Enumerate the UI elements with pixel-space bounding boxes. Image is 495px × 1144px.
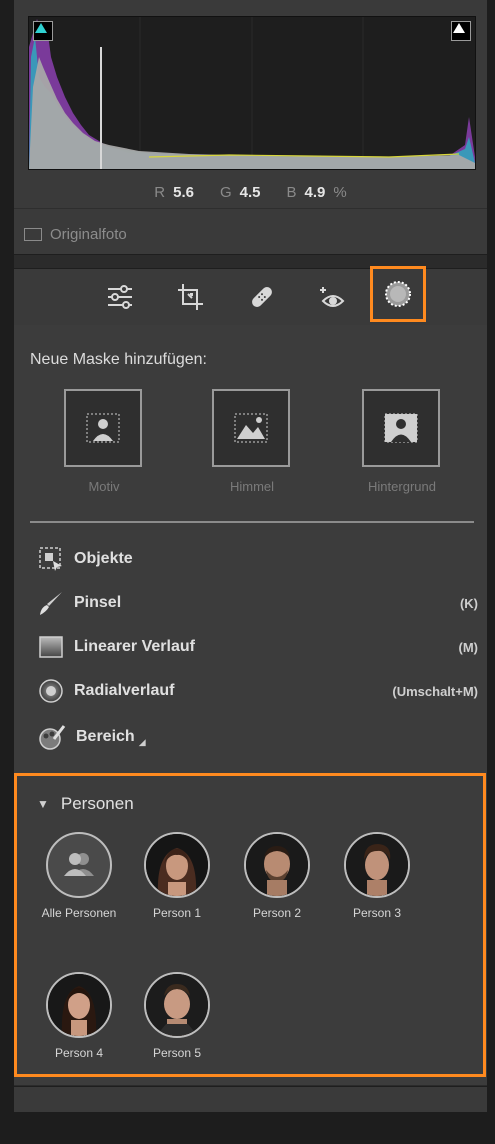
persons-header[interactable]: ▼ Personen	[37, 794, 134, 814]
r-label: R	[154, 183, 166, 201]
person-2-button[interactable]: Person 2	[231, 832, 323, 932]
left-frame	[0, 0, 14, 1144]
radial-gradient-shortcut: (Umschalt+M)	[392, 683, 478, 699]
brush-icon	[40, 592, 62, 615]
crop-tool-button[interactable]	[170, 279, 210, 315]
rgb-readout: R 5.6 G 4.5 B 4.9 %	[14, 182, 487, 202]
mask-sky-label: Himmel	[229, 479, 275, 494]
person-4-avatar	[46, 972, 112, 1038]
original-photo-label: Originalfoto	[50, 226, 127, 243]
mask-background-button[interactable]	[362, 389, 440, 467]
mask-background-label: Hintergrund	[368, 479, 436, 494]
objects-icon	[39, 547, 62, 571]
persons-section: ▼ Personen Alle Personen Person 1 Person…	[14, 773, 486, 1077]
all-people-icon	[64, 853, 94, 876]
mask-subject-label: Motiv	[88, 479, 120, 494]
g-label: G	[219, 183, 232, 201]
linear-gradient-icon	[39, 636, 63, 658]
b-value: 4.9	[304, 183, 326, 201]
panel-footer	[14, 1086, 487, 1113]
mask-sky-button[interactable]	[212, 389, 290, 467]
person-2-avatar	[244, 832, 310, 898]
all-persons-label: Alle Personen	[41, 906, 117, 920]
person-2-label: Person 2	[252, 906, 302, 920]
range-label: Bereich	[76, 728, 135, 745]
red-eye-icon	[320, 287, 345, 307]
persons-title: Personen	[60, 794, 134, 813]
radial-gradient-tool[interactable]: Radialverlauf (Umschalt+M)	[38, 677, 478, 705]
person-face-icon	[146, 974, 208, 1036]
person-1-button[interactable]: Person 1	[131, 832, 223, 932]
person-1-label: Person 1	[152, 906, 202, 920]
person-5-button[interactable]: Person 5	[131, 972, 223, 1072]
background-icon	[384, 413, 418, 443]
radial-gradient-icon	[39, 679, 63, 703]
brush-tool[interactable]: Pinsel (K)	[38, 589, 478, 617]
objects-label: Objekte	[74, 550, 133, 567]
range-tool[interactable]: Bereich ◢	[38, 723, 478, 751]
b-label: B	[286, 183, 297, 201]
shadow-clipping-button[interactable]	[33, 21, 53, 41]
radial-gradient-label: Radialverlauf	[74, 682, 175, 699]
healing-bandage-icon	[252, 287, 272, 307]
subject-icon	[86, 413, 120, 443]
person-face-icon	[346, 834, 408, 896]
tool-strip	[14, 266, 487, 326]
masks-separator	[30, 521, 474, 523]
person-3-button[interactable]: Person 3	[331, 832, 423, 932]
red-eye-tool-button[interactable]	[312, 279, 352, 315]
all-people-avatar	[46, 832, 112, 898]
highlight-clipping-triangle-icon	[453, 23, 465, 33]
histogram-divider	[14, 208, 487, 209]
original-photo-toggle[interactable]: Originalfoto	[24, 226, 127, 243]
person-5-label: Person 5	[152, 1046, 202, 1060]
edit-sliders-icon	[108, 285, 132, 309]
mask-subject-button[interactable]	[64, 389, 142, 467]
sky-icon	[234, 413, 268, 443]
range-icon	[39, 725, 66, 750]
person-3-avatar	[344, 832, 410, 898]
histogram-graph	[29, 17, 475, 169]
person-1-avatar	[144, 832, 210, 898]
collapse-triangle-icon[interactable]: ▼	[37, 797, 49, 811]
linear-gradient-tool[interactable]: Linearer Verlauf (M)	[38, 633, 478, 661]
masking-tool-button[interactable]	[370, 266, 426, 322]
brush-label: Pinsel	[74, 594, 122, 611]
person-face-icon	[246, 834, 308, 896]
g-value: 4.5	[239, 183, 261, 201]
edit-tool-button[interactable]	[100, 279, 140, 315]
histogram-panel: R 5.6 G 4.5 B 4.9 % Originalfoto	[14, 0, 487, 255]
shadow-clipping-triangle-icon	[35, 23, 47, 33]
original-photo-checkbox[interactable]	[24, 228, 42, 241]
linear-gradient-label: Linearer Verlauf	[74, 638, 195, 655]
all-persons-button[interactable]: Alle Personen	[33, 832, 125, 932]
histogram[interactable]	[28, 16, 476, 170]
r-value: 5.6	[173, 183, 194, 201]
person-5-avatar	[144, 972, 210, 1038]
right-frame	[487, 0, 495, 1144]
crop-icon	[178, 284, 203, 310]
person-4-label: Person 4	[54, 1046, 104, 1060]
highlight-clipping-button[interactable]	[451, 21, 471, 41]
person-3-label: Person 3	[352, 906, 402, 920]
person-face-icon	[146, 834, 208, 896]
person-face-icon	[48, 974, 110, 1036]
percent-label: %	[333, 183, 347, 201]
person-4-button[interactable]: Person 4	[33, 972, 125, 1072]
linear-gradient-shortcut: (M)	[458, 639, 479, 655]
brush-shortcut: (K)	[459, 595, 478, 611]
range-dropdown-icon[interactable]: ◢	[139, 737, 146, 748]
masking-icon	[385, 281, 411, 307]
objects-tool[interactable]: Objekte	[38, 545, 478, 573]
healing-tool-button[interactable]	[242, 279, 282, 315]
bottom-bar	[0, 1112, 495, 1144]
add-mask-title: Neue Maske hinzufügen:	[30, 351, 207, 368]
